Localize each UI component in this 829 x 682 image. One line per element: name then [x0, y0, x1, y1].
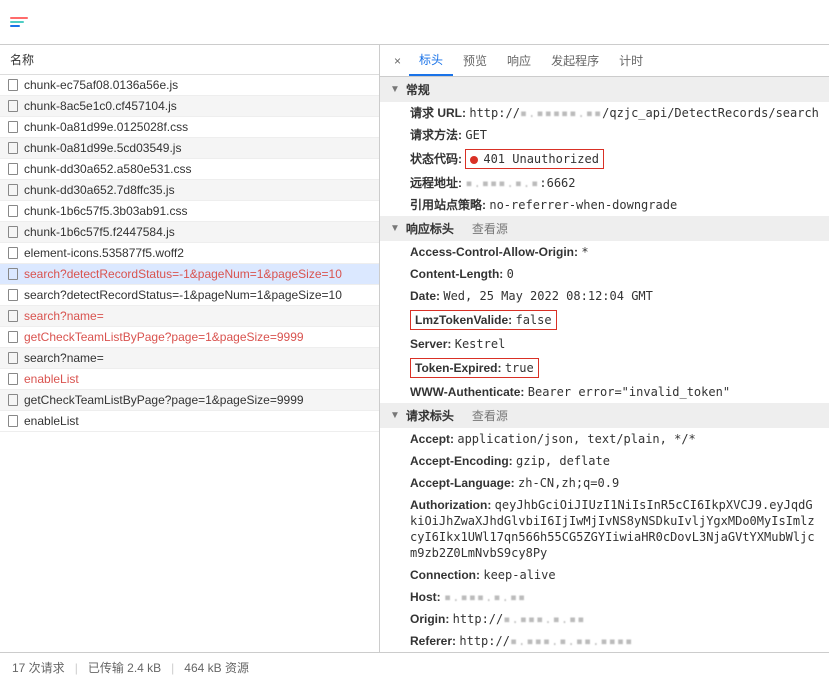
file-icon [8, 289, 18, 301]
request-name: getCheckTeamListByPage?page=1&pageSize=9… [24, 393, 304, 407]
file-icon [8, 352, 18, 364]
request-row[interactable]: getCheckTeamListByPage?page=1&pageSize=9… [0, 390, 379, 411]
resp-www-auth: WWW-Authenticate: Bearer error="invalid_… [380, 381, 829, 403]
view-source-link[interactable]: 查看源 [472, 407, 508, 424]
request-list[interactable]: chunk-ec75af08.0136a56e.js chunk-8ac5e1c0… [0, 75, 379, 652]
request-name: chunk-1b6c57f5.f2447584.js [24, 225, 175, 239]
file-icon [8, 121, 18, 133]
status-bar: 17 次请求 | 已传输 2.4 kB | 464 kB 资源 [0, 652, 829, 682]
request-row[interactable]: element-icons.535877f5.woff2 [0, 243, 379, 264]
req-accept-language: Accept-Language: zh-CN,zh;q=0.9 [380, 472, 829, 494]
request-row[interactable]: chunk-0a81d99e.5cd03549.js [0, 138, 379, 159]
file-icon [8, 415, 18, 427]
request-name: chunk-1b6c57f5.3b03ab91.css [24, 204, 187, 218]
section-general[interactable]: ▼ 常规 [380, 77, 829, 102]
request-name: search?detectRecordStatus=-1&pageNum=1&p… [24, 267, 342, 281]
column-header-name[interactable]: 名称 [0, 45, 379, 75]
request-count: 17 次请求 [12, 659, 65, 676]
toolbar [0, 0, 829, 45]
main-split: 名称 chunk-ec75af08.0136a56e.js chunk-8ac5e… [0, 45, 829, 652]
request-row[interactable]: enableList [0, 411, 379, 432]
close-icon[interactable]: × [386, 50, 409, 72]
file-icon [8, 373, 18, 385]
file-icon [8, 247, 18, 259]
section-request-headers[interactable]: ▼ 请求标头 查看源 [380, 403, 829, 428]
file-icon [8, 226, 18, 238]
file-icon [8, 310, 18, 322]
request-url: 请求 URL: http://▪.▪▪▪▪▪.▪▪/qzjc_api/Detec… [380, 102, 829, 124]
request-row[interactable]: enableList [0, 369, 379, 390]
file-icon [8, 394, 18, 406]
request-name: element-icons.535877f5.woff2 [24, 246, 184, 260]
req-authorization: Authorization: qeyJhbGciOiJIUzI1NiIsInR5… [380, 494, 829, 564]
req-connection: Connection: keep-alive [380, 564, 829, 586]
resp-lmztoken: LmzTokenValide: false [380, 307, 829, 333]
request-name: enableList [24, 372, 79, 386]
view-source-link[interactable]: 查看源 [472, 220, 508, 237]
request-name: chunk-8ac5e1c0.cf457104.js [24, 99, 177, 113]
file-icon [8, 331, 18, 343]
req-accept-encoding: Accept-Encoding: gzip, deflate [380, 450, 829, 472]
resp-content-length: Content-Length: 0 [380, 263, 829, 285]
status-dot-icon [470, 156, 478, 164]
request-row[interactable]: chunk-dd30a652.a580e531.css [0, 159, 379, 180]
file-icon [8, 79, 18, 91]
resources-size: 464 kB 资源 [184, 659, 249, 676]
request-row[interactable]: search?name= [0, 348, 379, 369]
request-name: chunk-dd30a652.7d8ffc35.js [24, 183, 175, 197]
waterfall-icon [10, 17, 28, 27]
request-name: chunk-dd30a652.a580e531.css [24, 162, 191, 176]
referrer-policy: 引用站点策略: no-referrer-when-downgrade [380, 194, 829, 216]
request-name: search?name= [24, 351, 104, 365]
file-icon [8, 205, 18, 217]
request-list-panel: 名称 chunk-ec75af08.0136a56e.js chunk-8ac5e… [0, 45, 380, 652]
request-row[interactable]: chunk-1b6c57f5.3b03ab91.css [0, 201, 379, 222]
resp-acao: Access-Control-Allow-Origin: * [380, 241, 829, 263]
request-row[interactable]: search?detectRecordStatus=-1&pageNum=1&p… [0, 264, 379, 285]
req-accept: Accept: application/json, text/plain, */… [380, 428, 829, 450]
chevron-down-icon: ▼ [390, 410, 400, 421]
request-name: search?name= [24, 309, 104, 323]
tab-headers[interactable]: 标头 [409, 45, 453, 76]
tab-initiator[interactable]: 发起程序 [541, 46, 609, 75]
tab-response[interactable]: 响应 [497, 46, 541, 75]
transferred-size: 已传输 2.4 kB [88, 659, 161, 676]
file-icon [8, 163, 18, 175]
section-general-label: 常规 [406, 81, 430, 98]
chevron-down-icon: ▼ [390, 84, 400, 95]
request-row[interactable]: getCheckTeamListByPage?page=1&pageSize=9… [0, 327, 379, 348]
request-name: enableList [24, 414, 79, 428]
request-method: 请求方法: GET [380, 124, 829, 146]
request-name: search?detectRecordStatus=-1&pageNum=1&p… [24, 288, 342, 302]
request-name: getCheckTeamListByPage?page=1&pageSize=9… [24, 330, 304, 344]
request-row[interactable]: search?name= [0, 306, 379, 327]
chevron-down-icon: ▼ [390, 223, 400, 234]
request-row[interactable]: chunk-ec75af08.0136a56e.js [0, 75, 379, 96]
details-panel: × 标头 预览 响应 发起程序 计时 ▼ 常规 请求 URL: http://▪… [380, 45, 829, 652]
request-name: chunk-ec75af08.0136a56e.js [24, 78, 178, 92]
req-referer: Referer: http://▪.▪▪▪.▪.▪▪.▪▪▪▪ [380, 630, 829, 652]
tab-preview[interactable]: 预览 [453, 46, 497, 75]
req-origin: Origin: http://▪.▪▪▪.▪.▪▪ [380, 608, 829, 630]
detail-tabs: × 标头 预览 响应 发起程序 计时 [380, 45, 829, 77]
section-response-headers[interactable]: ▼ 响应标头 查看源 [380, 216, 829, 241]
file-icon [8, 100, 18, 112]
remote-address: 远程地址: ▪.▪▪▪.▪.▪:6662 [380, 172, 829, 194]
request-row[interactable]: chunk-0a81d99e.0125028f.css [0, 117, 379, 138]
request-name: chunk-0a81d99e.5cd03549.js [24, 141, 181, 155]
req-host: Host: ▪.▪▪▪.▪.▪▪ [380, 586, 829, 608]
request-row[interactable]: chunk-8ac5e1c0.cf457104.js [0, 96, 379, 117]
request-row[interactable]: search?detectRecordStatus=-1&pageNum=1&p… [0, 285, 379, 306]
resp-date: Date: Wed, 25 May 2022 08:12:04 GMT [380, 285, 829, 307]
resp-token-expired: Token-Expired: true [380, 355, 829, 381]
tab-timing[interactable]: 计时 [609, 46, 653, 75]
request-name: chunk-0a81d99e.0125028f.css [24, 120, 188, 134]
status-code: 状态代码: 401 Unauthorized [380, 146, 829, 172]
file-icon [8, 268, 18, 280]
request-row[interactable]: chunk-dd30a652.7d8ffc35.js [0, 180, 379, 201]
resp-server: Server: Kestrel [380, 333, 829, 355]
file-icon [8, 142, 18, 154]
request-row[interactable]: chunk-1b6c57f5.f2447584.js [0, 222, 379, 243]
file-icon [8, 184, 18, 196]
